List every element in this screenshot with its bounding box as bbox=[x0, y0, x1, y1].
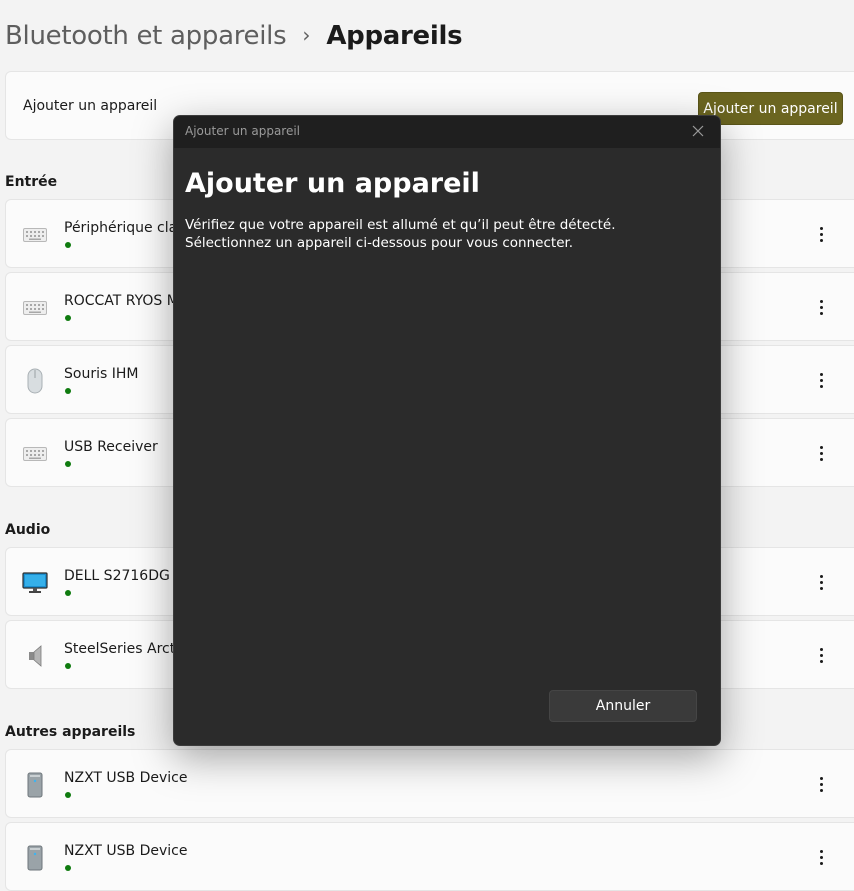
mouse-icon bbox=[22, 368, 48, 394]
pc-tower-icon bbox=[22, 845, 48, 871]
keyboard-icon bbox=[22, 441, 48, 467]
device-row[interactable]: NZXT USB Device bbox=[5, 749, 854, 818]
device-name: SteelSeries Arctis bbox=[64, 641, 187, 657]
dialog-description: Vérifiez que votre appareil est allumé e… bbox=[185, 217, 616, 251]
section-heading-audio: Audio bbox=[5, 522, 51, 538]
more-options-button[interactable] bbox=[809, 440, 833, 466]
keyboard-icon bbox=[22, 295, 48, 321]
more-options-button[interactable] bbox=[809, 844, 833, 870]
keyboard-icon bbox=[22, 222, 48, 248]
section-heading-input: Entrée bbox=[5, 174, 58, 190]
device-name: DELL S2716DG bbox=[64, 568, 170, 584]
more-options-button[interactable] bbox=[809, 642, 833, 668]
status-indicator bbox=[65, 792, 71, 798]
cancel-button[interactable]: Annuler bbox=[549, 690, 697, 722]
more-options-button[interactable] bbox=[809, 367, 833, 393]
device-name: ROCCAT RYOS MK bbox=[64, 293, 189, 309]
section-heading-other: Autres appareils bbox=[5, 724, 136, 740]
more-options-button[interactable] bbox=[809, 221, 833, 247]
dialog-window-title: Ajouter un appareil bbox=[185, 124, 301, 138]
status-indicator bbox=[65, 865, 71, 871]
add-device-dialog: Ajouter un appareil Ajouter un appareil … bbox=[173, 115, 721, 746]
dialog-heading: Ajouter un appareil bbox=[185, 168, 480, 199]
device-name: NZXT USB Device bbox=[64, 770, 188, 786]
close-icon[interactable] bbox=[690, 124, 706, 140]
status-indicator bbox=[65, 461, 71, 467]
speaker-icon bbox=[22, 643, 48, 669]
more-options-button[interactable] bbox=[809, 771, 833, 797]
device-row[interactable]: NZXT USB Device bbox=[5, 822, 854, 891]
status-indicator bbox=[65, 315, 71, 321]
chevron-right-icon: › bbox=[302, 23, 311, 47]
status-indicator bbox=[65, 242, 71, 248]
breadcrumb: Bluetooth et appareils › Appareils bbox=[5, 18, 463, 54]
device-name: Souris IHM bbox=[64, 366, 139, 382]
more-options-button[interactable] bbox=[809, 569, 833, 595]
monitor-icon bbox=[22, 570, 48, 596]
add-device-label: Ajouter un appareil bbox=[23, 98, 158, 114]
more-options-button[interactable] bbox=[809, 294, 833, 320]
status-indicator bbox=[65, 663, 71, 669]
status-indicator bbox=[65, 388, 71, 394]
pc-tower-icon bbox=[22, 772, 48, 798]
device-name: USB Receiver bbox=[64, 439, 158, 455]
breadcrumb-parent-link[interactable]: Bluetooth et appareils bbox=[5, 21, 287, 51]
status-indicator bbox=[65, 590, 71, 596]
page-title: Appareils bbox=[326, 21, 463, 51]
dialog-titlebar[interactable]: Ajouter un appareil bbox=[174, 116, 720, 148]
device-name: NZXT USB Device bbox=[64, 843, 188, 859]
